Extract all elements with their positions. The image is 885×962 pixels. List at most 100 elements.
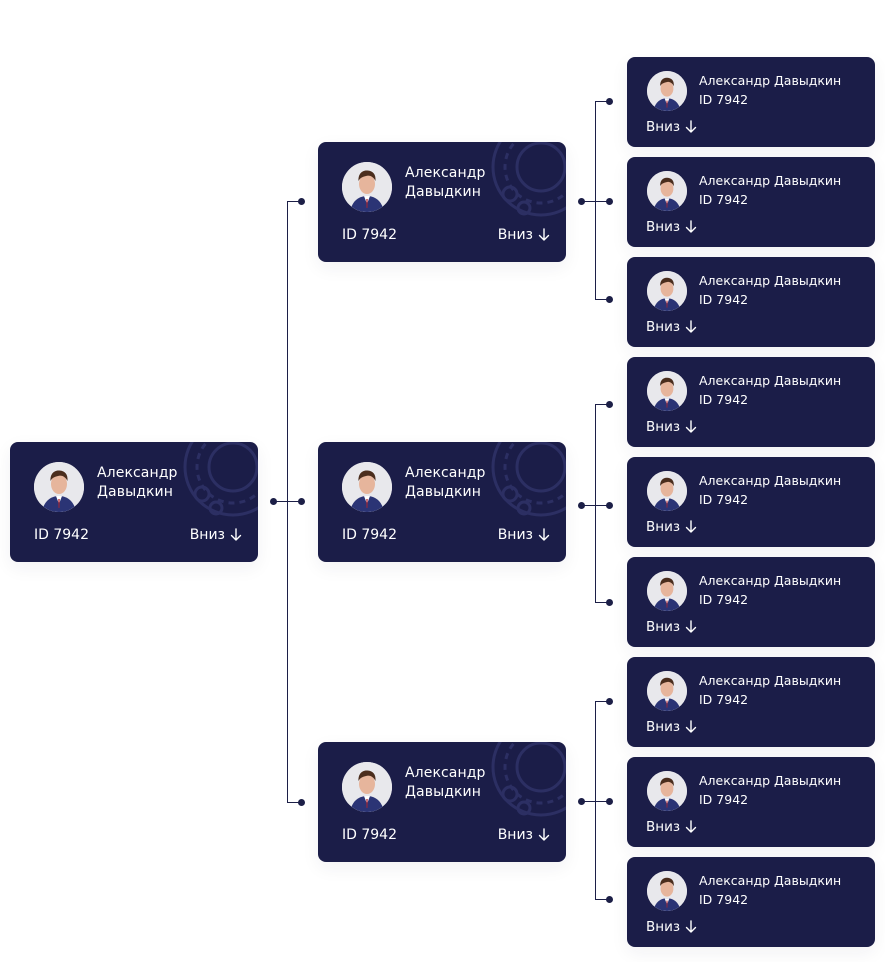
- arrow-down-icon: [685, 920, 697, 934]
- expand-down-button[interactable]: Вниз: [498, 526, 550, 544]
- connector-dot: [606, 599, 613, 606]
- user-avatar: [647, 271, 687, 311]
- user-id: ID 7942: [342, 827, 397, 843]
- user-avatar: [647, 171, 687, 211]
- connector-dot: [606, 798, 613, 805]
- expand-down-label: Вниз: [497, 827, 533, 843]
- user-avatar: [647, 771, 687, 811]
- user-id: ID 7942: [699, 892, 749, 907]
- user-id: ID 7942: [342, 527, 397, 543]
- user-id: ID 7942: [699, 592, 749, 607]
- user-name: Александр Давыдкин: [405, 465, 486, 500]
- grandchild-user-card[interactable]: Александр Давыдкин ID 7942 Вниз: [627, 457, 875, 547]
- user-id: ID 7942: [34, 527, 89, 543]
- connector-dot: [606, 698, 613, 705]
- expand-down-button[interactable]: Вниз: [646, 918, 697, 936]
- expand-down-button[interactable]: Вниз: [646, 118, 697, 136]
- user-avatar: [342, 462, 392, 512]
- arrow-down-icon: [685, 420, 697, 434]
- child-user-card[interactable]: Александр Давыдкин ID 7942 Вниз: [318, 142, 566, 262]
- expand-down-label: Вниз: [646, 919, 681, 935]
- grandchild-user-card[interactable]: Александр Давыдкин ID 7942 Вниз: [627, 357, 875, 447]
- expand-down-button[interactable]: Вниз: [646, 218, 697, 236]
- user-avatar: [647, 471, 687, 511]
- grandchild-user-card[interactable]: Александр Давыдкин ID 7942 Вниз: [627, 57, 875, 147]
- user-name: Александр Давыдкин: [699, 73, 842, 88]
- grandchild-user-card[interactable]: Александр Давыдкин ID 7942 Вниз: [627, 657, 875, 747]
- connector-line: [287, 201, 288, 803]
- expand-down-label: Вниз: [189, 527, 225, 543]
- child-user-card[interactable]: Александр Давыдкин ID 7942 Вниз: [318, 442, 566, 562]
- user-id: ID 7942: [699, 92, 749, 107]
- connector-dot: [606, 296, 613, 303]
- user-name: Александр Давыдкин: [405, 165, 486, 200]
- user-id: ID 7942: [699, 292, 749, 307]
- grandchild-user-card[interactable]: Александр Давыдкин ID 7942 Вниз: [627, 757, 875, 847]
- expand-down-button[interactable]: Вниз: [646, 418, 697, 436]
- user-name: Александр Давыдкин: [699, 773, 842, 788]
- connector-dot: [606, 896, 613, 903]
- user-name: Александр Давыдкин: [699, 573, 842, 588]
- expand-down-button[interactable]: Вниз: [646, 718, 697, 736]
- user-name: Александр Давыдкин: [699, 473, 842, 488]
- child-user-card[interactable]: Александр Давыдкин ID 7942 Вниз: [318, 742, 566, 862]
- user-name: Александр Давыдкин: [405, 765, 486, 800]
- user-name: Александр Давыдкин: [699, 273, 842, 288]
- arrow-down-icon: [685, 320, 697, 334]
- connector-dot: [298, 799, 305, 806]
- user-avatar: [342, 762, 392, 812]
- expand-down-label: Вниз: [646, 519, 681, 535]
- expand-down-button[interactable]: Вниз: [646, 618, 697, 636]
- user-name: Александр Давыдкин: [97, 465, 178, 500]
- user-avatar: [647, 671, 687, 711]
- expand-down-label: Вниз: [646, 819, 681, 835]
- grandchild-user-card[interactable]: Александр Давыдкин ID 7942 Вниз: [627, 857, 875, 947]
- arrow-down-icon: [685, 520, 697, 534]
- arrow-down-icon: [685, 120, 697, 134]
- connector-dot: [606, 401, 613, 408]
- arrow-down-icon: [685, 220, 697, 234]
- expand-down-button[interactable]: Вниз: [498, 226, 550, 244]
- user-id: ID 7942: [699, 692, 749, 707]
- expand-down-button[interactable]: Вниз: [646, 518, 697, 536]
- arrow-down-icon: [685, 620, 697, 634]
- connector-dot: [298, 198, 305, 205]
- user-avatar: [647, 871, 687, 911]
- user-name: Александр Давыдкин: [699, 373, 842, 388]
- connector-dot: [606, 502, 613, 509]
- user-name: Александр Давыдкин: [699, 173, 842, 188]
- connector-line: [273, 501, 287, 502]
- expand-down-button[interactable]: Вниз: [190, 526, 242, 544]
- connector-line: [581, 505, 595, 506]
- expand-down-button[interactable]: Вниз: [646, 818, 697, 836]
- user-avatar: [342, 162, 392, 212]
- arrow-down-icon: [685, 720, 697, 734]
- connector-dot: [298, 498, 305, 505]
- user-avatar: [34, 462, 84, 512]
- connector-dot: [606, 198, 613, 205]
- expand-down-label: Вниз: [646, 619, 681, 635]
- user-avatar: [647, 571, 687, 611]
- connector-line: [581, 801, 595, 802]
- user-id: ID 7942: [699, 392, 749, 407]
- arrow-down-icon: [538, 828, 550, 842]
- arrow-down-icon: [538, 528, 550, 542]
- user-avatar: [647, 71, 687, 111]
- connector-dot: [606, 98, 613, 105]
- user-name: Александр Давыдкин: [699, 873, 842, 888]
- grandchild-user-card[interactable]: Александр Давыдкин ID 7942 Вниз: [627, 557, 875, 647]
- grandchild-user-card[interactable]: Александр Давыдкин ID 7942 Вниз: [627, 157, 875, 247]
- expand-down-label: Вниз: [646, 219, 681, 235]
- expand-down-button[interactable]: Вниз: [498, 826, 550, 844]
- user-id: ID 7942: [342, 227, 397, 243]
- expand-down-label: Вниз: [497, 527, 533, 543]
- expand-down-label: Вниз: [497, 227, 533, 243]
- expand-down-label: Вниз: [646, 719, 681, 735]
- arrow-down-icon: [230, 528, 242, 542]
- expand-down-label: Вниз: [646, 419, 681, 435]
- expand-down-button[interactable]: Вниз: [646, 318, 697, 336]
- expand-down-label: Вниз: [646, 119, 681, 135]
- user-id: ID 7942: [699, 192, 749, 207]
- root-user-card[interactable]: Александр Давыдкин ID 7942 Вниз: [10, 442, 258, 562]
- grandchild-user-card[interactable]: Александр Давыдкин ID 7942 Вниз: [627, 257, 875, 347]
